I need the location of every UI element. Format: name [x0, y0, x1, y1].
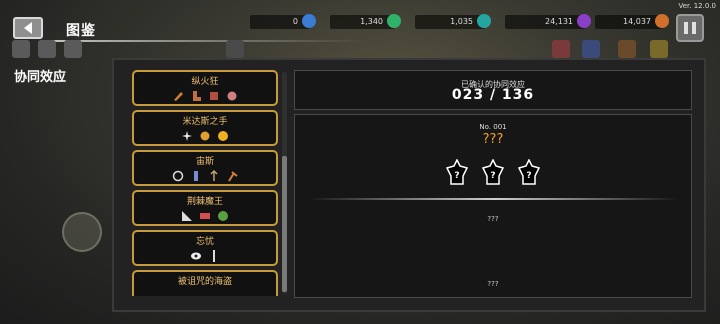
synergy-panel: 纵火狂 米达斯之手 宙斯 荆棘魔王 忘忧 被诅咒的海盗 已确认的协同效应 023… — [112, 58, 706, 312]
version-label: Ver. 12.0.0 — [678, 2, 716, 10]
resource-blue-gem: 0 — [250, 14, 316, 29]
synergy-card[interactable]: 宙斯 — [132, 150, 278, 186]
confirmed-synergy-count: 已确认的协同效应 023 / 136 — [294, 70, 692, 110]
synergy-slots: ? ? ? — [295, 159, 691, 185]
horn-icon — [174, 92, 183, 101]
blade-icon — [213, 250, 215, 262]
purple-gem-icon — [577, 14, 591, 28]
resource-value: 1,035 — [450, 17, 473, 26]
crossed-swords-icon — [226, 40, 244, 58]
unknown-item-slot-icon: ? — [517, 159, 541, 185]
top-bar: 图鉴 0 1,340 1,035 24,131 14,037 Ver. 12.0… — [0, 0, 720, 44]
synergy-name: 米达斯之手 — [182, 117, 228, 127]
slot-mark: ? — [454, 171, 459, 181]
synergy-card[interactable]: 荆棘魔王 — [132, 190, 278, 226]
resource-orange-gem: 14,037 — [595, 14, 669, 29]
count-value: 023 / 136 — [451, 87, 535, 103]
resource-green-gem: 1,340 — [330, 14, 401, 29]
meat-icon — [227, 91, 237, 101]
gold-coin-icon — [218, 131, 228, 141]
settings-icon — [12, 40, 30, 58]
section-label: 协同效应 — [14, 70, 67, 85]
synergy-name: 被诅咒的海盗 — [177, 277, 232, 287]
coin-icon — [200, 131, 210, 141]
boot-icon — [193, 91, 201, 101]
unknown-item-slot-icon: ? — [481, 159, 505, 185]
synergy-items — [134, 209, 276, 223]
character-icon — [618, 40, 636, 58]
synergy-items — [134, 249, 276, 263]
character-icon — [650, 40, 668, 58]
synergy-name: 忘忧 — [195, 237, 214, 247]
detail-divider — [309, 198, 679, 200]
character-icon — [552, 40, 570, 58]
synergy-name: 宙斯 — [195, 157, 214, 167]
green-gem-icon — [387, 14, 401, 28]
synergy-effect: ??? — [487, 280, 499, 288]
synergy-card[interactable]: 纵火狂 — [132, 70, 278, 106]
blue-gem-icon — [302, 14, 316, 28]
pause-icon-bar — [684, 22, 688, 34]
synergy-items — [134, 89, 276, 103]
orange-gem-icon — [655, 14, 669, 28]
spike-icon — [182, 211, 192, 221]
resource-value: 14,037 — [623, 17, 651, 26]
sparkle-icon — [182, 131, 192, 141]
synergy-detail: No. 001 ??? ? ? ? ??? ??? — [294, 114, 692, 298]
synergy-card[interactable]: 被诅咒的海盗 — [132, 270, 278, 296]
list-scrollbar[interactable] — [282, 72, 287, 294]
page-title: 图鉴 — [66, 23, 96, 39]
axe-icon — [228, 171, 238, 182]
scroll-thumb[interactable] — [282, 156, 287, 292]
map-icon — [38, 40, 56, 58]
resource-teal-gem: 1,035 — [415, 14, 491, 29]
bolt-ring-icon — [172, 170, 184, 182]
spear-icon — [210, 170, 218, 181]
synergy-detail-name: ??? — [482, 132, 504, 147]
unknown-item-slot-icon: ? — [445, 159, 469, 185]
resource-purple-gem: 24,131 — [505, 14, 591, 29]
virtual-joystick[interactable] — [62, 212, 102, 252]
resource-value: 1,340 — [360, 17, 383, 26]
synergy-list[interactable]: 纵火狂 米达斯之手 宙斯 荆棘魔王 忘忧 被诅咒的海盗 — [132, 70, 280, 296]
teal-gem-icon — [477, 14, 491, 28]
dice-icon — [210, 92, 218, 100]
synergy-name: 纵火狂 — [191, 77, 219, 87]
resource-value: 24,131 — [545, 17, 573, 26]
card-icon — [200, 213, 210, 219]
demon-mask-icon — [218, 211, 228, 221]
eye-icon — [191, 252, 201, 260]
character-icon — [582, 40, 600, 58]
pause-icon-bar — [692, 22, 696, 34]
synergy-items — [134, 169, 276, 183]
synergy-number: No. 001 — [479, 123, 507, 131]
synergy-name: 荆棘魔王 — [186, 197, 223, 207]
codex-icon — [64, 40, 82, 58]
title-underline — [44, 40, 364, 42]
synergy-items — [134, 129, 276, 143]
resource-value: 0 — [292, 17, 298, 26]
figure-icon — [194, 171, 198, 181]
synergy-card[interactable]: 米达斯之手 — [132, 110, 278, 146]
back-button[interactable] — [13, 17, 43, 39]
back-arrow-icon — [24, 22, 32, 34]
slot-mark: ? — [526, 171, 531, 181]
slot-mark: ? — [490, 171, 495, 181]
synergy-description: ??? — [487, 215, 499, 223]
synergy-card[interactable]: 忘忧 — [132, 230, 278, 266]
pause-button[interactable] — [676, 14, 704, 42]
